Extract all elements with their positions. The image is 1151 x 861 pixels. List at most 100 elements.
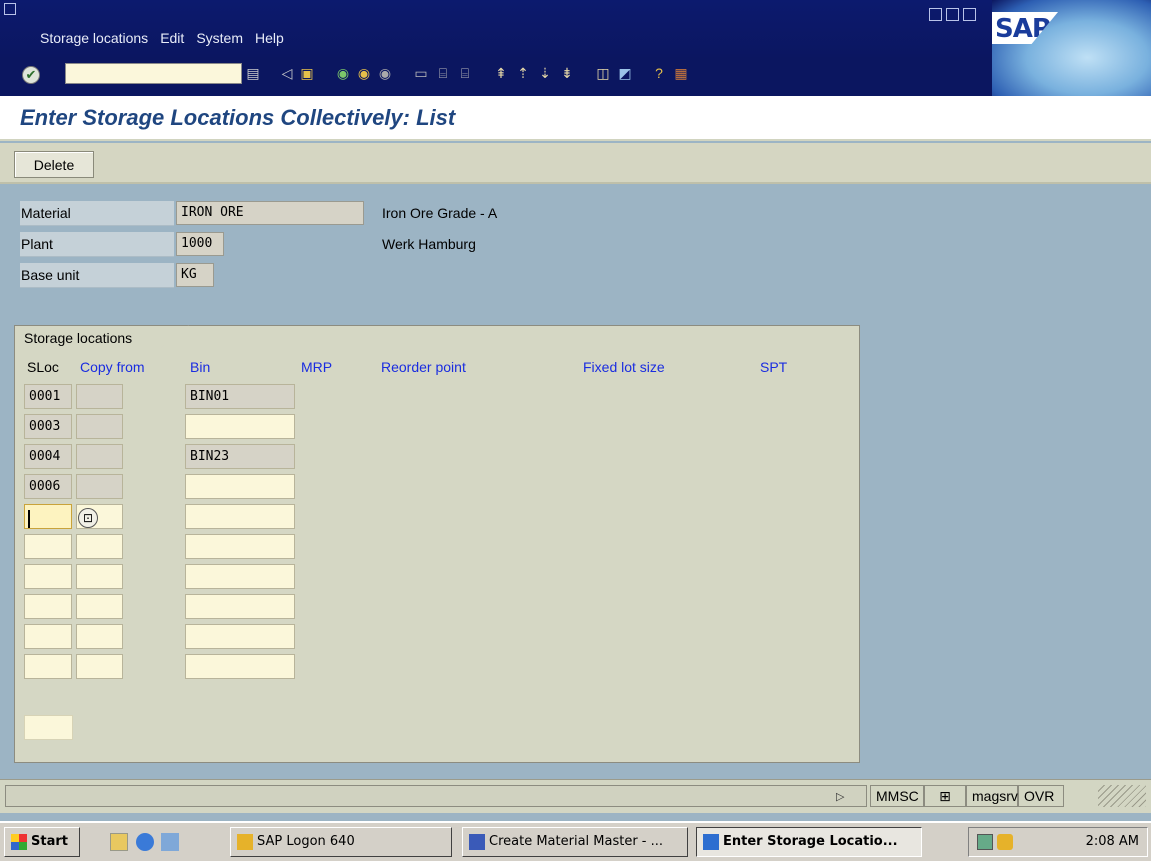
material-label: Material	[20, 201, 174, 226]
exit-icon[interactable]: ◉	[355, 64, 373, 82]
sloc-cell: 0001	[24, 384, 72, 409]
delete-button[interactable]: Delete	[14, 151, 94, 178]
sap-logon-icon	[237, 834, 253, 850]
sloc-input-active[interactable]	[24, 504, 72, 529]
quick-launch-icon[interactable]	[161, 833, 179, 851]
window-controls	[929, 8, 976, 21]
back-icon[interactable]: ◉	[334, 64, 352, 82]
taskbar-item-sap-session[interactable]: Enter Storage Locatio...	[696, 827, 922, 857]
copy-from-input[interactable]	[76, 654, 123, 679]
first-page-icon[interactable]: ⇞	[492, 64, 510, 82]
column-header-mrp[interactable]: MRP	[301, 359, 332, 375]
status-message-field	[5, 785, 867, 807]
menu-system[interactable]: System	[196, 30, 243, 46]
copy-from-cell	[76, 384, 123, 409]
bin-input[interactable]	[185, 594, 295, 619]
last-page-icon[interactable]: ⇟	[558, 64, 576, 82]
plant-field: 1000	[176, 232, 224, 256]
cancel-icon[interactable]: ◉	[376, 64, 394, 82]
copy-from-input[interactable]	[76, 564, 123, 589]
sloc-cell: 0004	[24, 444, 72, 469]
menu-help[interactable]: Help	[255, 30, 284, 46]
taskbar-item-label: Create Material Master - ...	[489, 834, 664, 849]
page-title: Enter Storage Locations Collectively: Li…	[20, 105, 456, 130]
storage-locations-group	[14, 325, 860, 763]
menu-edit[interactable]: Edit	[160, 30, 184, 46]
text-cursor	[28, 510, 30, 528]
plant-label: Plant	[20, 232, 174, 257]
sap-window-icon	[703, 834, 719, 850]
taskbar-item-sap-logon[interactable]: SAP Logon 640	[230, 827, 452, 857]
command-history-icon[interactable]: ▤	[244, 64, 262, 82]
bin-input[interactable]	[185, 414, 295, 439]
back-arrow-icon[interactable]: ◁	[278, 64, 296, 82]
bin-input[interactable]	[185, 564, 295, 589]
application-toolbar: Delete	[0, 143, 1151, 184]
plant-description: Werk Hamburg	[382, 236, 476, 252]
network-icon[interactable]	[977, 834, 993, 850]
bin-input[interactable]	[185, 534, 295, 559]
bin-input[interactable]	[185, 474, 295, 499]
print-icon[interactable]: ▭	[412, 64, 430, 82]
column-header-fixed-lot-size[interactable]: Fixed lot size	[583, 359, 665, 375]
bin-input[interactable]	[185, 624, 295, 649]
command-field[interactable]	[65, 63, 242, 84]
taskbar-item-word[interactable]: Create Material Master - ...	[462, 827, 688, 857]
shortcut-icon[interactable]: ◩	[616, 64, 634, 82]
previous-page-icon[interactable]: ⇡	[514, 64, 532, 82]
column-header-sloc: SLoc	[27, 359, 59, 375]
minimize-icon[interactable]	[929, 8, 942, 21]
column-header-reorder-point[interactable]: Reorder point	[381, 359, 466, 375]
sap-logo: SAP	[992, 0, 1151, 96]
copy-from-input[interactable]	[76, 624, 123, 649]
word-document-icon	[469, 834, 485, 850]
sloc-cell: 0003	[24, 414, 72, 439]
save-icon[interactable]: ▣	[298, 64, 316, 82]
layout-menu-icon[interactable]: ▦	[672, 64, 690, 82]
copy-from-input[interactable]	[76, 594, 123, 619]
internet-explorer-icon[interactable]	[136, 833, 154, 851]
bin-cell: BIN01	[185, 384, 295, 409]
show-desktop-icon[interactable]	[110, 833, 128, 851]
sloc-input[interactable]	[24, 624, 72, 649]
resize-grip[interactable]	[1098, 785, 1146, 807]
base-unit-label: Base unit	[20, 263, 174, 288]
server-name: magsrv	[966, 785, 1018, 807]
column-header-copy-from[interactable]: Copy from	[80, 359, 145, 375]
column-header-spt[interactable]: SPT	[760, 359, 787, 375]
taskbar: Start SAP Logon 640 Create Material Mast…	[0, 821, 1151, 861]
base-unit-field: KG	[176, 263, 214, 287]
menu-storage-locations[interactable]: Storage locations	[40, 30, 148, 46]
clock: 2:08 AM	[1085, 834, 1139, 849]
system-info-icon[interactable]: ⊞	[924, 785, 966, 807]
start-label: Start	[31, 834, 68, 849]
start-button[interactable]: Start	[4, 827, 80, 857]
next-page-icon[interactable]: ⇣	[536, 64, 554, 82]
standard-toolbar: ✔ ▤ ◁ ▣ ◉ ◉ ◉ ▭ ⌸ ⌸ ⇞ ⇡ ⇣ ⇟ ◫ ◩ ? ▦	[0, 60, 992, 96]
value-help-icon[interactable]: ⊡	[78, 508, 98, 528]
copy-from-cell	[76, 414, 123, 439]
column-header-bin[interactable]: Bin	[190, 359, 210, 375]
bin-input[interactable]	[185, 654, 295, 679]
create-session-icon[interactable]: ◫	[594, 64, 612, 82]
status-expand-icon[interactable]: ▷	[836, 790, 844, 803]
help-icon[interactable]: ?	[650, 64, 668, 82]
find-next-icon[interactable]: ⌸	[456, 64, 474, 82]
maximize-icon[interactable]	[946, 8, 959, 21]
sloc-input[interactable]	[24, 594, 72, 619]
entry-position-field[interactable]	[24, 715, 73, 740]
sloc-input[interactable]	[24, 564, 72, 589]
system-menu-icon[interactable]	[4, 3, 16, 15]
copy-from-cell	[76, 444, 123, 469]
sloc-input[interactable]	[24, 534, 72, 559]
sloc-input[interactable]	[24, 654, 72, 679]
enter-check-icon[interactable]: ✔	[22, 66, 40, 84]
sap-tray-icon[interactable]	[997, 834, 1013, 850]
close-icon[interactable]	[963, 8, 976, 21]
input-mode[interactable]: OVR	[1018, 785, 1064, 807]
bin-input[interactable]	[185, 504, 295, 529]
find-icon[interactable]: ⌸	[434, 64, 452, 82]
copy-from-input[interactable]	[76, 534, 123, 559]
sap-logo-text: SAP	[995, 14, 1051, 44]
taskbar-item-label: SAP Logon 640	[257, 834, 355, 849]
